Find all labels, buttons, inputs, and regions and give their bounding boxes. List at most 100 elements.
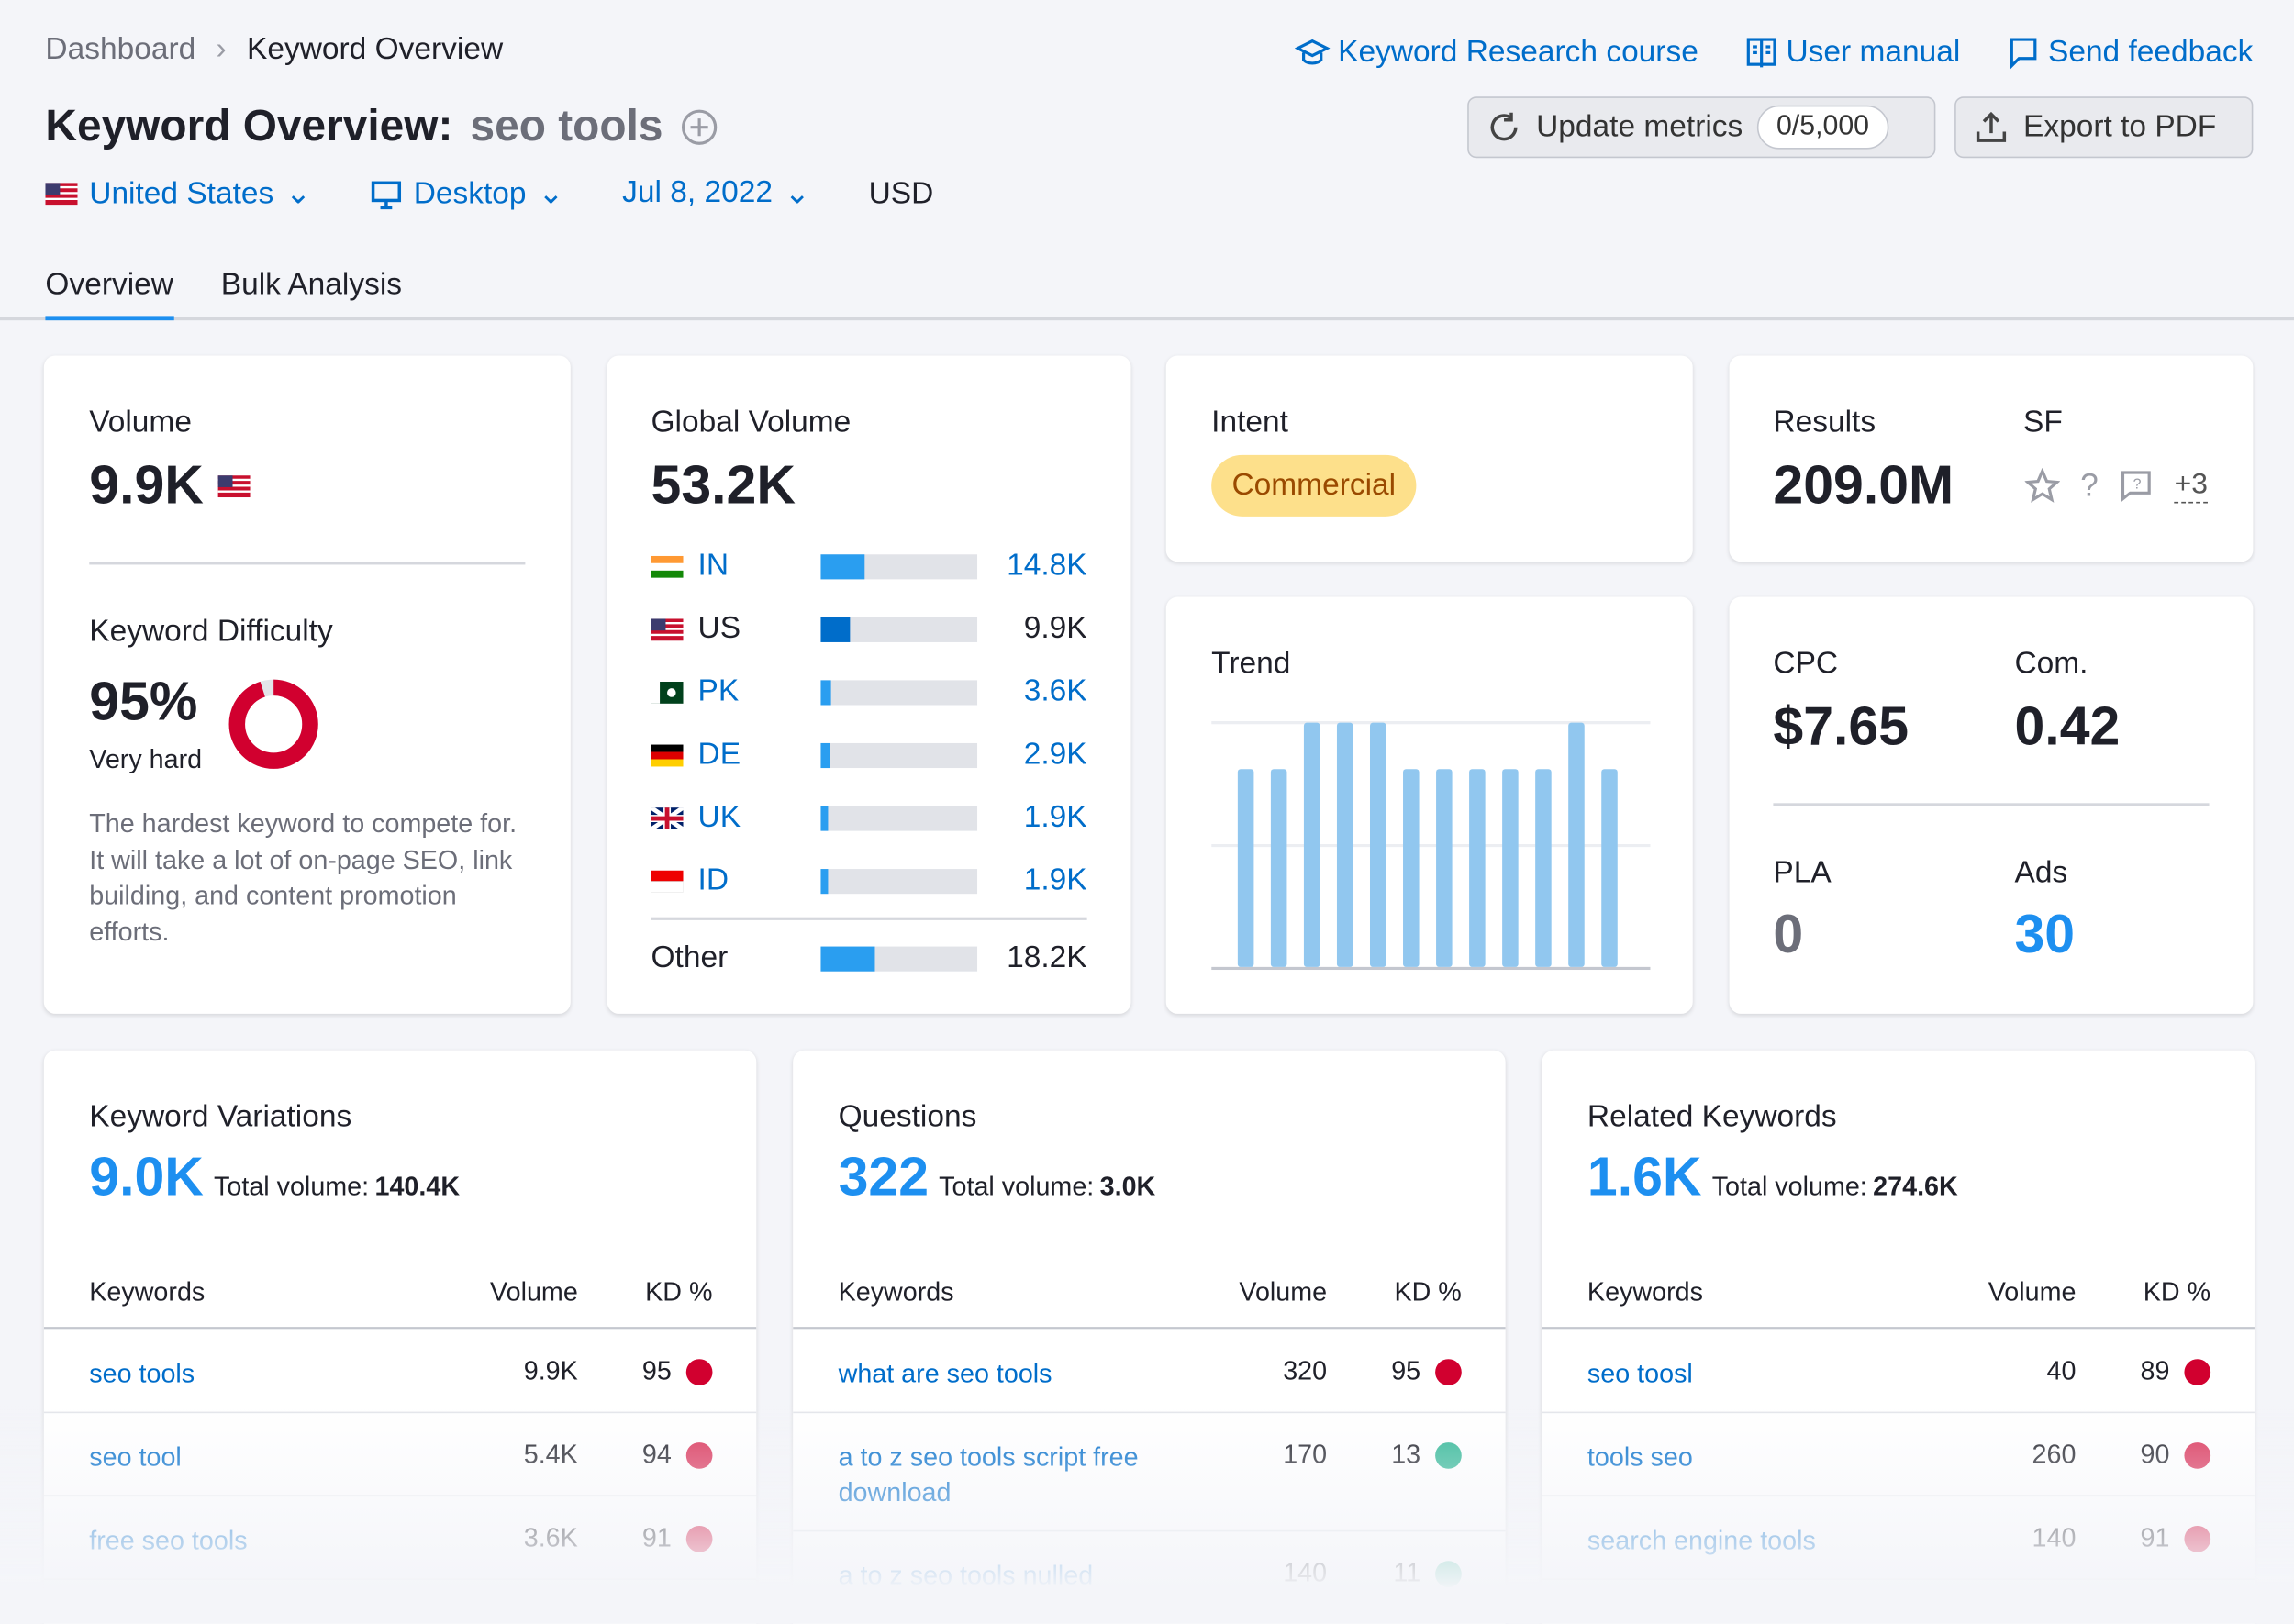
us-flag-icon [651, 617, 684, 640]
trend-bar[interactable] [1270, 769, 1287, 967]
keyword-link[interactable]: seo tools [89, 1356, 440, 1391]
keyword-kd: 89 [2140, 1356, 2170, 1385]
keyword-link[interactable]: seo toosl [1587, 1356, 1939, 1391]
total-volume-value: 3.0K [1099, 1172, 1156, 1202]
column-header-kd[interactable]: KD % [645, 1277, 712, 1307]
column-header-volume[interactable]: Volume [1239, 1277, 1327, 1307]
column-header-keywords[interactable]: Keywords [839, 1277, 954, 1307]
total-volume-value: 274.6K [1873, 1172, 1958, 1202]
sf-more-link[interactable]: +3 [2174, 468, 2209, 504]
export-label: Export to PDF [2023, 109, 2217, 144]
panel-title: Related Keywords [1587, 1099, 1837, 1134]
keyword-kd: 95 [641, 1356, 672, 1385]
global-volume-card: Global Volume 53.2K IN 14.8K US 9.9K PK … [607, 355, 1131, 1014]
bottom-fade [0, 1404, 2294, 1624]
keyword-volume: 9.9K [523, 1356, 578, 1385]
trend-bar[interactable] [1601, 769, 1618, 967]
country-code[interactable]: UK [698, 800, 741, 835]
trend-bar[interactable] [1568, 722, 1585, 967]
feedback-link[interactable]: Send feedback [2007, 35, 2253, 70]
country-volume[interactable]: 1.9K [1024, 863, 1087, 898]
add-circle-icon[interactable] [681, 108, 718, 146]
results-card: Results 209.0M SF ? ? +3 [1729, 355, 2254, 562]
volume-bar-fill [820, 617, 851, 642]
chevron-down-icon: ⌄ [538, 176, 564, 211]
update-count-badge: 0/5,000 [1757, 105, 1888, 150]
trend-bar[interactable] [1303, 722, 1320, 967]
total-volume-value: 140.4K [374, 1172, 461, 1202]
keyword-link[interactable]: what are seo tools [839, 1356, 1190, 1391]
country-volume[interactable]: 1.9K [1024, 800, 1087, 835]
keyword-volume: 40 [2046, 1356, 2077, 1385]
com-label: Com. [2014, 646, 2088, 681]
uk-flag-icon [651, 806, 684, 829]
refresh-icon [1490, 112, 1518, 141]
table-row: what are seo tools 320 95 [793, 1329, 1506, 1414]
country-volume[interactable]: 14.8K [1007, 549, 1087, 584]
column-header-keywords[interactable]: Keywords [1587, 1277, 1703, 1307]
column-header-kd[interactable]: KD % [2144, 1277, 2210, 1307]
tab-overview[interactable]: Overview [45, 268, 173, 321]
export-pdf-button[interactable]: Export to PDF [1954, 96, 2254, 159]
trend-bar[interactable] [1535, 769, 1552, 967]
kd-label: Keyword Difficulty [89, 614, 333, 649]
panel-count[interactable]: 1.6K [1587, 1147, 1702, 1208]
manual-link[interactable]: User manual [1745, 35, 1960, 70]
volume-card: Volume 9.9K Keyword Difficulty 95% Very … [43, 355, 571, 1014]
tab-bulk-analysis[interactable]: Bulk Analysis [221, 268, 402, 303]
trend-bar[interactable] [1436, 769, 1453, 967]
ads-value[interactable]: 30 [2014, 904, 2075, 965]
trend-bar[interactable] [1369, 722, 1386, 967]
faq-icon[interactable]: ? [2119, 468, 2154, 503]
in-flag-icon [651, 555, 684, 577]
volume-value: 9.9K [89, 454, 204, 516]
volume-bar [820, 945, 978, 971]
trend-bar[interactable] [1469, 769, 1486, 967]
country-volume[interactable]: 2.9K [1024, 738, 1087, 773]
trend-bar[interactable] [1336, 722, 1353, 967]
total-volume-label: Total volume: [214, 1172, 370, 1202]
kd-value: 95% [89, 671, 198, 732]
kd-dot [2184, 1359, 2211, 1385]
breadcrumb-dashboard[interactable]: Dashboard [45, 32, 195, 67]
graduation-cap-icon [1294, 39, 1330, 65]
device-select[interactable]: Desktop ⌄ [370, 175, 564, 212]
kd-description: The hardest keyword to compete for. It w… [89, 808, 518, 946]
volume-bar-fill [820, 868, 829, 894]
currency-label: USD [868, 176, 934, 210]
volume-bar [820, 553, 978, 579]
volume-bar-fill [820, 945, 874, 971]
volume-bar [820, 742, 978, 768]
kd-donut [228, 679, 318, 769]
column-header-volume[interactable]: Volume [490, 1277, 578, 1307]
column-header-kd[interactable]: KD % [1394, 1277, 1461, 1307]
country-volume[interactable]: 3.6K [1024, 674, 1087, 709]
country-code[interactable]: ID [698, 863, 729, 898]
country-code[interactable]: IN [698, 549, 729, 584]
trend-bar[interactable] [1403, 769, 1420, 967]
volume-bar-fill [820, 742, 830, 768]
star-icon[interactable] [2024, 468, 2060, 503]
column-header-keywords[interactable]: Keywords [89, 1277, 205, 1307]
country-code[interactable]: DE [698, 738, 741, 773]
volume-bar [820, 868, 978, 894]
sf-label: SF [2023, 405, 2063, 439]
keyword-kd: 95 [1391, 1356, 1421, 1385]
panel-count[interactable]: 322 [839, 1147, 929, 1208]
breadcrumb-current: Keyword Overview [247, 32, 504, 66]
country-code[interactable]: PK [698, 674, 740, 709]
column-header-volume[interactable]: Volume [1988, 1277, 2077, 1307]
panel-count[interactable]: 9.0K [89, 1147, 204, 1208]
country-select[interactable]: United States ⌄ [45, 175, 311, 212]
title-keyword: seo tools [470, 102, 663, 151]
date-select[interactable]: Jul 8, 2022 ⌄ [622, 175, 810, 212]
trend-bar[interactable] [1502, 769, 1519, 967]
trend-bar[interactable] [1237, 769, 1254, 967]
question-icon[interactable]: ? [2080, 467, 2099, 505]
feedback-label: Send feedback [2047, 35, 2254, 69]
course-link[interactable]: Keyword Research course [1294, 35, 1698, 70]
tabs-divider [0, 317, 2294, 321]
volume-bar-fill [820, 679, 832, 705]
desktop-icon [371, 180, 401, 209]
update-metrics-button[interactable]: Update metrics 0/5,000 [1467, 96, 1936, 159]
